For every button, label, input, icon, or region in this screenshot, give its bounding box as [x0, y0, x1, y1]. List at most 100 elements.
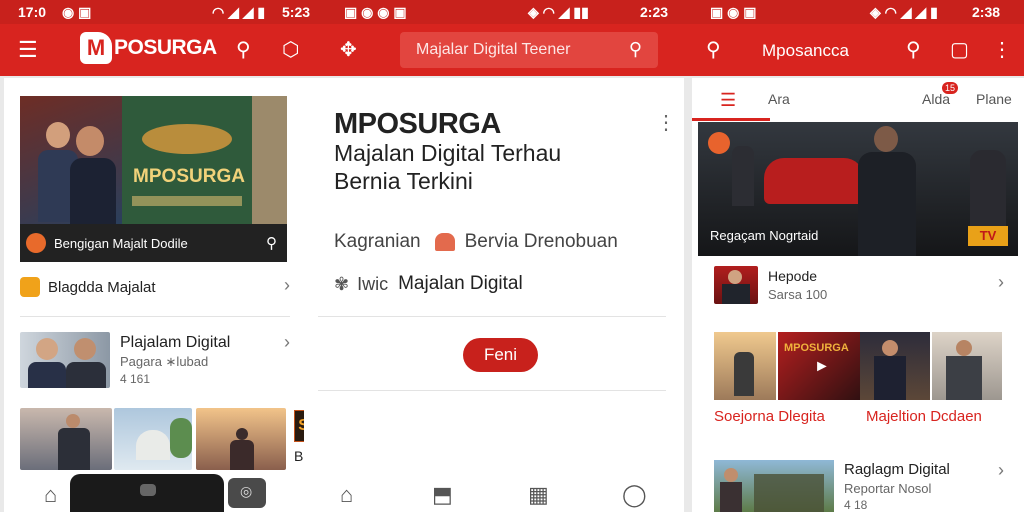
gallery-thumb-2[interactable]: MPOSURGA ► [778, 332, 860, 400]
right-hero-caption: Regaçam Nogrtaid [710, 228, 819, 243]
logo-mark: M [80, 32, 112, 64]
search-icon-caption[interactable]: ⚲ [266, 234, 277, 252]
right-list-item-2[interactable]: Raglagm Digital Reportar Nosol 4 18 › [714, 460, 1004, 512]
search-icon[interactable]: ⚲ [236, 38, 251, 62]
signal-icons-right: ◈ ◠ ◢ ◢ ▮ [870, 4, 938, 20]
menu-icon[interactable]: ☰ [18, 38, 38, 62]
item-thumbnail [20, 332, 110, 388]
right-title: Mposancca [762, 41, 849, 60]
search-input[interactable] [400, 32, 610, 68]
app-logo[interactable]: M POSURGA [80, 32, 217, 64]
signal-icons: ◠ ◢ ◢ ▮ [212, 4, 266, 20]
left-panel: MPOSURGA Bengigan Majalt Dodile ⚲ Blagdd… [4, 78, 304, 512]
video-thumbnail-2[interactable] [114, 408, 192, 470]
chat-icon[interactable]: ▢ [950, 38, 969, 62]
item-meta: 4 161 [120, 372, 151, 386]
search-icon-right[interactable]: ⚲ [706, 38, 721, 62]
status-bar: 17:0 ◉ ▣ ◠ ◢ ◢ ▮ 5:23 ▣ ◉ ◉ ▣ ◈ ◠ ◢ ▮▮ 2… [0, 0, 1024, 24]
shield-icon[interactable]: ⬡ [282, 38, 299, 62]
chevron-right-icon: › [284, 275, 290, 295]
notification-icons-right: ▣ ◉ ▣ [710, 4, 757, 20]
tab-indicator [692, 118, 770, 121]
share-icon[interactable]: ✥ [340, 38, 357, 62]
chevron-right-icon: › [284, 332, 290, 352]
item-title: Hepode [768, 268, 818, 284]
gallery-caption-left: Soejorna Dlegita [714, 408, 825, 425]
item-subtitle: Reportar Nosol [844, 480, 932, 496]
bookmark-icon [20, 277, 40, 297]
more-vert-icon[interactable]: ⋮ [656, 110, 676, 135]
divider [318, 390, 666, 391]
notification-icons: ▣ ◉ ◉ ▣ [344, 4, 407, 20]
bag-icon [434, 233, 455, 251]
gallery-thumb-4[interactable] [932, 332, 1002, 400]
grid-icon[interactable]: ▦ [528, 482, 549, 508]
tab-plane[interactable]: Plane [976, 91, 1012, 107]
read-button[interactable]: Feni [463, 338, 538, 372]
video-thumbnail-1[interactable] [20, 408, 112, 470]
hero-title: MPOSURGA [133, 166, 245, 187]
gallery-title: MPOSURGA [784, 342, 849, 354]
play-icon[interactable]: ► [814, 358, 830, 376]
floating-player[interactable] [70, 474, 224, 512]
hero-card[interactable]: MPOSURGA Bengigan Majalt Dodile ⚲ [20, 96, 287, 262]
item-thumbnail [714, 266, 758, 304]
cast-icon[interactable]: ◎ [228, 478, 266, 508]
subtitle-2: Bernia Terkini [334, 168, 473, 194]
list-item[interactable]: Plajalam Digital Pagara ∗lubad 4 161 › [20, 332, 290, 388]
tv-badge: TV [968, 226, 1008, 246]
category-value: Bervia Drenobuan [464, 231, 618, 252]
item-text: Plajalam Digital Pagara ∗lubad 4 161 [120, 334, 230, 386]
hero-caption: Bengigan Majalt Dodile [54, 235, 188, 251]
gallery-thumb-1[interactable] [714, 332, 776, 400]
right-panel: ☰ Ara Alda 15 Plane Regaçam Nogrtaid TV … [692, 78, 1024, 512]
status-clock-right: 2:38 [972, 4, 1001, 20]
notification-badge: 15 [942, 82, 959, 94]
gallery-thumb-3[interactable] [860, 332, 930, 400]
section-1-label: Blagdda Majalat [48, 278, 156, 296]
chevron-right-icon: › [998, 460, 1004, 480]
item-subtitle: Pagara ∗lubad [120, 354, 209, 369]
item-text: Raglagm Digital Reportar Nosol 4 18 [844, 461, 950, 512]
home-icon[interactable]: ⌂ [44, 482, 57, 508]
source-label: Iwic [357, 273, 389, 294]
source-value: Majalan Digital [398, 273, 523, 294]
globe-icon: ✾ [334, 273, 350, 294]
subtitle-1: Majalan Digital Terhau [334, 140, 562, 166]
divider [20, 316, 290, 317]
hero-caption-bar: Bengigan Majalt Dodile ⚲ [20, 224, 287, 262]
hero-car [764, 158, 864, 204]
page-title: MPOSURGA [334, 108, 501, 140]
status-time: 17:0 [18, 4, 47, 20]
section-row-1[interactable]: Blagdda Majalat › [20, 275, 290, 298]
category-label: Kagranian [334, 231, 421, 252]
tag-icon[interactable]: ⬒ [432, 482, 453, 508]
hero-cover: MPOSURGA [122, 96, 252, 224]
signal-icons-mid: ◈ ◠ ◢ ▮▮ [528, 4, 589, 20]
search-submit-icon[interactable]: ⚲ [629, 39, 642, 60]
logo-text: POSURGA [114, 36, 217, 59]
more-vert-icon[interactable]: ⋮ [992, 38, 1012, 62]
center-panel: MPOSURGA ⋮ Majalan Digital Terhau Bernia… [304, 78, 684, 512]
info-row-1[interactable]: Kagranian Bervia Drenobuan [334, 228, 618, 256]
search-bar[interactable]: ⚲ [400, 32, 658, 68]
notification-icon: ◉ ▣ [62, 4, 92, 20]
item-thumbnail [714, 460, 834, 512]
right-list-item-1[interactable]: Hepode Sarsa 100 › [714, 266, 1004, 304]
profile-icon[interactable]: ◯ [622, 482, 647, 508]
gallery-caption-right: Majeltion Dcdaen [866, 408, 982, 425]
channel-icon [708, 132, 730, 154]
search-settings-icon[interactable]: ⚲ [906, 38, 921, 62]
item-meta: 4 18 [844, 497, 868, 512]
info-row-2[interactable]: ✾ Iwic Majalan Digital [334, 270, 523, 298]
divider [318, 316, 666, 317]
home-icon-center[interactable]: ⌂ [340, 482, 353, 508]
video-thumbnail-3[interactable] [196, 408, 286, 470]
chevron-right-icon: › [998, 272, 1004, 292]
list-icon[interactable]: ☰ [720, 90, 736, 111]
right-hero-card[interactable]: Regaçam Nogrtaid TV [698, 122, 1018, 256]
hero-building [252, 96, 287, 224]
status-clock: 5:23 [282, 4, 311, 20]
tab-ara[interactable]: Ara [768, 91, 790, 107]
channel-icon [26, 233, 46, 253]
